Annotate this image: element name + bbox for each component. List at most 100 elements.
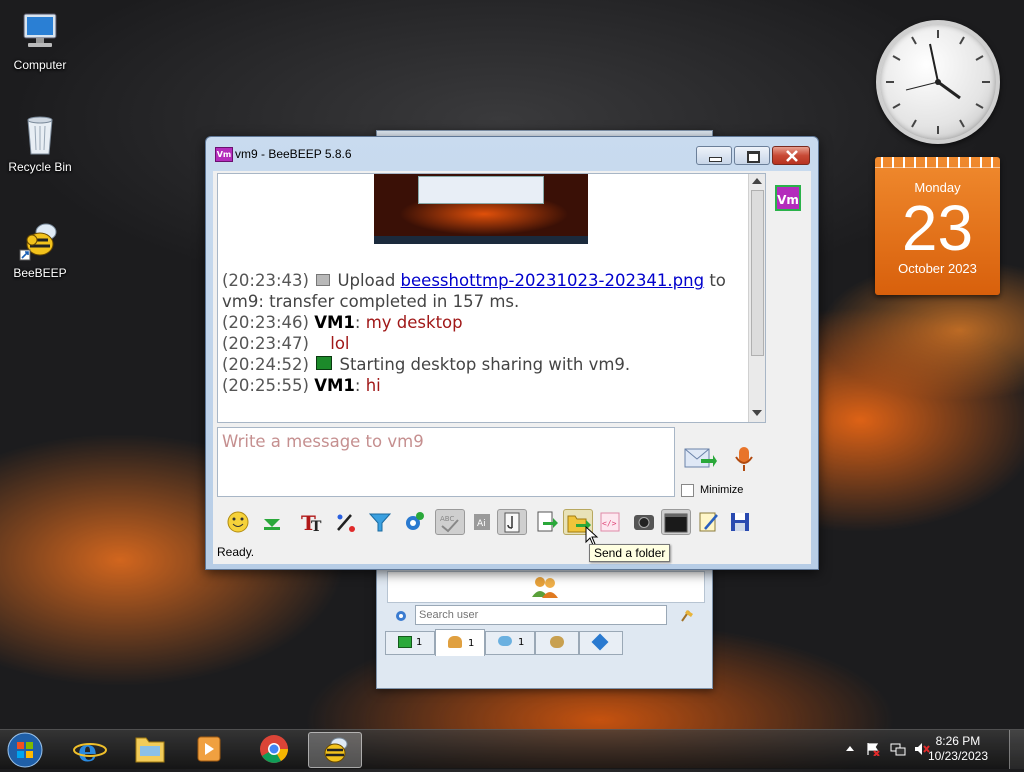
- calendar-month-year: October 2023: [898, 261, 977, 276]
- start-button[interactable]: [6, 731, 44, 769]
- svg-text:ABC: ABC: [440, 515, 454, 523]
- scroll-up-icon[interactable]: [752, 178, 762, 184]
- message-nick: VM1: [314, 376, 355, 395]
- message-text: lol: [330, 334, 350, 353]
- taskbar-media-player[interactable]: [184, 732, 236, 766]
- desktop-icon-computer[interactable]: Computer: [0, 10, 80, 72]
- chat-scrollbar[interactable]: [748, 174, 765, 422]
- maximize-window-button[interactable]: [734, 146, 770, 165]
- message-text: vm9: transfer completed in 157 ms.: [222, 292, 520, 311]
- computer-icon: [18, 10, 62, 54]
- desktop-share-button[interactable]: [661, 509, 691, 535]
- scroll-down-icon[interactable]: [752, 410, 762, 416]
- filter-button[interactable]: [367, 509, 393, 535]
- message-input[interactable]: Write a message to vm9: [217, 427, 675, 497]
- minimize-window-button[interactable]: [696, 146, 732, 165]
- tab-count: 1: [468, 638, 475, 649]
- internet-explorer-icon: e: [73, 734, 107, 769]
- show-desktop-button[interactable]: [1009, 730, 1024, 769]
- chat-line: (20:24:52) Starting desktop sharing with…: [222, 354, 726, 375]
- message-time: (20:23:43): [222, 271, 309, 290]
- font-color-button[interactable]: [333, 509, 359, 535]
- scroll-thumb[interactable]: [751, 190, 764, 356]
- desktop-icon-recycle-bin[interactable]: Recycle Bin: [0, 112, 80, 174]
- message-text: Starting desktop sharing with vm9.: [339, 355, 631, 374]
- maximize-icon: [747, 151, 760, 163]
- taskbar-beebeep[interactable]: [308, 732, 362, 768]
- message-text: my desktop: [365, 313, 463, 332]
- code-button[interactable]: </>: [597, 509, 623, 535]
- spellcheck-button[interactable]: ABC: [435, 509, 465, 535]
- calendar-rings: [875, 157, 1000, 168]
- microphone-icon: [735, 447, 753, 471]
- peer-avatar[interactable]: Vm: [775, 185, 801, 211]
- close-window-button[interactable]: [772, 146, 810, 165]
- search-user-input[interactable]: [415, 605, 667, 625]
- calendar-gadget[interactable]: Monday 23 October 2023: [875, 157, 1000, 295]
- upload-icon: [316, 274, 331, 286]
- send-panel: Minimize: [679, 427, 767, 497]
- folder-icon: [135, 737, 165, 763]
- chat-line: (20:25:55) VM1: hi: [222, 375, 726, 396]
- color-picker-icon: [337, 514, 355, 532]
- voice-message-button[interactable]: [733, 445, 755, 473]
- action-center-icon[interactable]: [866, 742, 880, 757]
- beebeep-app-icon: Vm: [215, 147, 233, 162]
- tab-users[interactable]: 1: [435, 629, 485, 656]
- groups-icon: [550, 636, 564, 648]
- font-button[interactable]: TT: [299, 509, 325, 535]
- taskbar-explorer[interactable]: [124, 732, 176, 766]
- svg-text:T: T: [311, 519, 322, 535]
- message-input-placeholder: Write a message to vm9: [222, 432, 424, 451]
- send-button[interactable]: [683, 443, 717, 473]
- taskbar: e 8:26 PM 10/23/2023: [0, 729, 1024, 769]
- save-icon: [731, 513, 749, 531]
- notes-button[interactable]: [695, 509, 721, 535]
- file-sharing-button[interactable]: [497, 509, 527, 535]
- users-panel: [387, 571, 705, 603]
- save-chat-button[interactable]: [727, 509, 753, 535]
- emoticon-button[interactable]: [225, 509, 251, 535]
- clock-gadget[interactable]: [876, 20, 1000, 144]
- tab-groups[interactable]: [535, 631, 579, 655]
- thumbnail-taskbar: [374, 236, 588, 244]
- word-completer-button[interactable]: Ai: [469, 509, 495, 535]
- terminal-icon: [664, 513, 688, 533]
- chat-icon: [398, 636, 412, 648]
- screenshot-thumbnail[interactable]: [374, 174, 588, 244]
- tab-share[interactable]: [579, 631, 623, 655]
- tray-clock[interactable]: 8:26 PM 10/23/2023: [928, 734, 988, 764]
- desktop-icon-label: Recycle Bin: [8, 160, 72, 174]
- screenshot-button[interactable]: [631, 509, 657, 535]
- bee-icon: [324, 737, 348, 763]
- desktop-icon-beebeep[interactable]: BeeBEEP: [0, 218, 80, 280]
- settings-button[interactable]: [401, 509, 427, 535]
- show-hidden-icons-icon[interactable]: [846, 746, 854, 751]
- minimize-icon: [709, 157, 722, 162]
- message-time: (20:25:55): [222, 376, 309, 395]
- expand-button[interactable]: [259, 509, 285, 535]
- thumbnail-window: [418, 176, 544, 204]
- file-link[interactable]: beesshottmp-20231023-202341.png: [401, 271, 705, 290]
- conversations-icon: [498, 636, 512, 646]
- bee-icon: [18, 218, 62, 262]
- chat-window[interactable]: Vm vm9 - BeeBEEP 5.8.6 (20:23:43) Upload…: [205, 136, 819, 570]
- send-file-button[interactable]: [533, 509, 559, 535]
- message-time: (20:24:52): [222, 355, 309, 374]
- message-nick: VM1: [314, 313, 355, 332]
- window-client: (20:23:43) Upload beesshottmp-20231023-2…: [213, 171, 811, 564]
- network-icon[interactable]: [890, 742, 906, 759]
- title-bar[interactable]: Vm vm9 - BeeBEEP 5.8.6: [206, 137, 818, 171]
- taskbar-internet-explorer[interactable]: e: [64, 732, 116, 769]
- tab-count: 1: [518, 637, 525, 648]
- settings-icon[interactable]: [393, 608, 409, 627]
- clear-search-icon[interactable]: [679, 607, 695, 626]
- tab-conversations[interactable]: 1: [485, 631, 535, 655]
- svg-text:Ai: Ai: [477, 519, 486, 529]
- tab-chats[interactable]: 1: [385, 631, 435, 655]
- desktop-share-icon: [316, 356, 333, 370]
- chat-history[interactable]: (20:23:43) Upload beesshottmp-20231023-2…: [217, 173, 766, 423]
- message-text: to: [704, 271, 726, 290]
- minimize-checkbox[interactable]: [681, 484, 694, 497]
- taskbar-chrome[interactable]: [248, 732, 300, 766]
